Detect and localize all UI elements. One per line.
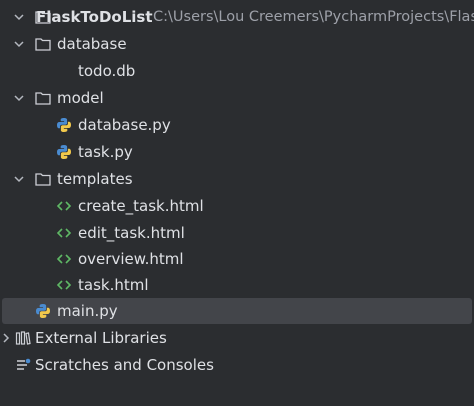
tree-item-database-py[interactable]: database.py: [0, 112, 474, 138]
tree-item-flasktodolist[interactable]: FlaskToDoList C:\Users\Lou Creemers\Pych…: [0, 4, 474, 30]
tree-item-todo-db[interactable]: todo.db: [0, 58, 474, 84]
root-project-label: FlaskToDoList: [36, 8, 153, 26]
scratches-icon: [14, 356, 32, 374]
overview-html-label: overview.html: [78, 250, 184, 268]
html-file-icon: [55, 250, 73, 268]
task-py-label: task.py: [78, 143, 133, 161]
chevron-down-icon[interactable]: [13, 38, 25, 50]
main-py-label: main.py: [57, 302, 118, 320]
tree-item-templates-folder[interactable]: templates: [0, 166, 474, 192]
folder-icon: [34, 89, 52, 107]
chevron-down-icon[interactable]: [13, 173, 25, 185]
database-folder-label: database: [57, 35, 127, 53]
tree-item-external-libraries[interactable]: External Libraries: [0, 325, 474, 351]
tree-item-scratches-and-consoles[interactable]: Scratches and Consoles: [0, 352, 474, 378]
html-file-icon: [55, 276, 73, 294]
tree-item-task-py[interactable]: task.py: [0, 139, 474, 165]
chevron-right-icon[interactable]: [0, 332, 12, 344]
task-html-label: task.html: [78, 276, 149, 294]
library-icon: [14, 329, 32, 347]
tree-item-overview-html[interactable]: overview.html: [0, 246, 474, 272]
external-libraries-label: External Libraries: [35, 329, 167, 347]
edit-task-html-label: edit_task.html: [78, 224, 185, 242]
project-tree: FlaskToDoList C:\Users\Lou Creemers\Pych…: [0, 0, 474, 406]
tree-item-create-task-html[interactable]: create_task.html: [0, 193, 474, 219]
tree-item-main-py[interactable]: main.py: [2, 298, 472, 324]
folder-icon: [34, 170, 52, 188]
tree-item-database-folder[interactable]: database: [0, 31, 474, 57]
database-py-label: database.py: [78, 116, 171, 134]
create-task-html-label: create_task.html: [78, 197, 204, 215]
tree-item-edit-task-html[interactable]: edit_task.html: [0, 220, 474, 246]
html-file-icon: [55, 224, 73, 242]
tree-item-task-html[interactable]: task.html: [0, 272, 474, 298]
scratches-label: Scratches and Consoles: [35, 356, 214, 374]
root-project-path: C:\Users\Lou Creemers\PycharmProjects\Fl…: [153, 9, 474, 25]
templates-folder-label: templates: [57, 170, 133, 188]
tree-item-model-folder[interactable]: model: [0, 85, 474, 111]
folder-icon: [34, 35, 52, 53]
python-file-icon: [34, 302, 52, 320]
chevron-down-icon[interactable]: [13, 92, 25, 104]
python-file-icon: [55, 116, 73, 134]
python-file-icon: [55, 143, 73, 161]
chevron-down-icon[interactable]: [13, 11, 25, 23]
model-folder-label: model: [57, 89, 104, 107]
todo-db-label: todo.db: [78, 62, 136, 80]
html-file-icon: [55, 197, 73, 215]
